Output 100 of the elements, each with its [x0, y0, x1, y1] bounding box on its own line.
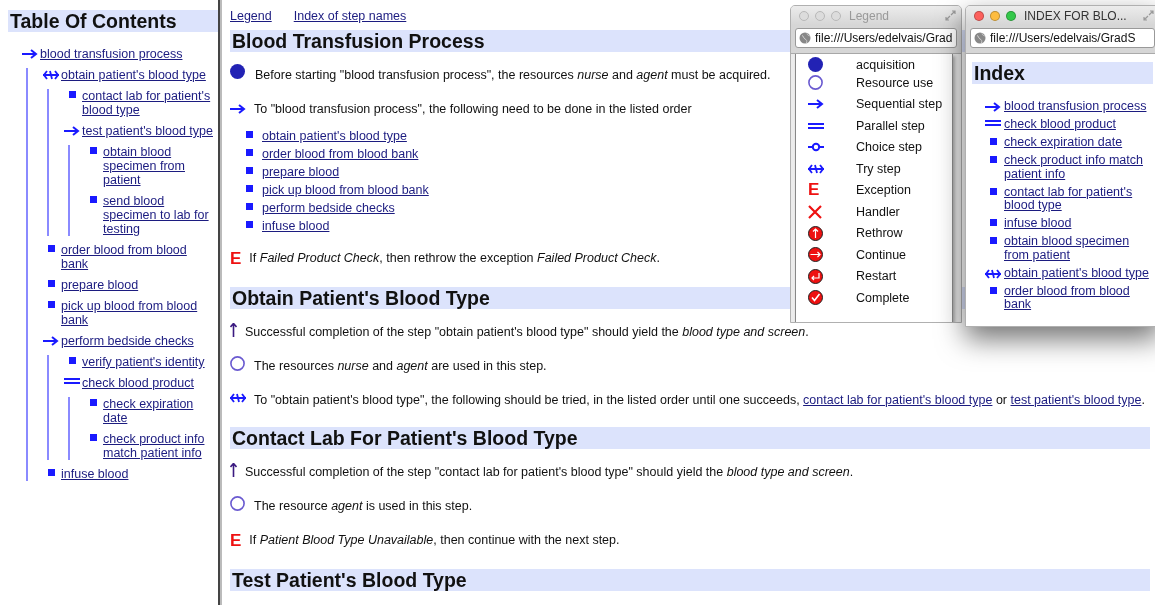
index-link[interactable]: obtain blood specimen from patient: [1004, 235, 1155, 262]
index-link[interactable]: check product info match patient info: [1004, 154, 1155, 181]
double-line-icon: [808, 122, 824, 129]
right-arrow-circle-icon: [808, 247, 823, 263]
square-icon: [989, 237, 997, 244]
legend-label: Parallel step: [856, 118, 925, 133]
statement-text: To "blood transfusion process", the following need to be done in the listed order: [254, 102, 692, 116]
toc-link[interactable]: check product info match patient info: [103, 432, 218, 460]
double-line-icon: [985, 120, 1001, 126]
square-icon: [68, 91, 76, 98]
legend-label: Try step: [856, 161, 901, 176]
url-field[interactable]: file:///Users/edelvais/GradS: [970, 28, 1155, 48]
nav-link[interactable]: Legend: [230, 9, 272, 23]
step-link[interactable]: obtain patient's blood type: [262, 127, 407, 145]
window-control-button[interactable]: [974, 10, 984, 21]
nav-link[interactable]: Index of step names: [293, 9, 407, 23]
window-control-button[interactable]: [799, 10, 809, 21]
circle-icon: [230, 356, 245, 371]
window-control-button[interactable]: [1006, 10, 1016, 21]
step-link[interactable]: perform bedside checks: [262, 199, 395, 217]
square-icon: [47, 280, 55, 287]
toc-link[interactable]: contact lab for patient's blood type: [82, 89, 218, 117]
window-control-button[interactable]: [831, 10, 841, 21]
index-title: Index: [972, 62, 1153, 84]
check-circle-icon: [808, 290, 823, 306]
square-icon: [246, 221, 253, 228]
window-title: Legend: [849, 8, 891, 23]
toc-link[interactable]: send blood specimen to lab for testing: [103, 194, 218, 236]
toc-link[interactable]: blood transfusion process: [40, 47, 187, 61]
step-link[interactable]: order blood from blood bank: [262, 145, 419, 163]
statement-text: If Patient Blood Type Unavailable, then continue with the next step.: [249, 533, 620, 547]
legend-label: Complete: [856, 290, 910, 305]
expand-icon[interactable]: [945, 10, 956, 21]
exception-mark: E: [230, 251, 242, 267]
double-arrow-icon: [230, 393, 246, 403]
square-icon: [246, 203, 253, 210]
legend-label: Choice step: [856, 140, 922, 155]
window-control-button[interactable]: [990, 10, 1000, 21]
arrow-right-icon: [22, 49, 38, 59]
up-arrow-icon: [230, 323, 237, 337]
toc-link[interactable]: check expiration date: [103, 397, 218, 425]
square-icon: [246, 185, 253, 192]
filled-circle-icon: [808, 57, 823, 72]
step-link[interactable]: infuse blood: [262, 217, 330, 235]
up-arrow-icon: [230, 463, 237, 477]
window-control-button[interactable]: [815, 10, 825, 21]
square-icon: [89, 147, 97, 154]
index-link[interactable]: infuse blood: [1004, 217, 1080, 231]
toc-link[interactable]: order blood from blood bank: [61, 243, 218, 271]
toc-link[interactable]: infuse blood: [61, 467, 133, 481]
toc-link[interactable]: test patient's blood type: [82, 124, 217, 138]
toc-link[interactable]: check blood product: [82, 376, 198, 390]
arrow-right-icon: [985, 102, 1001, 112]
index-link[interactable]: contact lab for patient's blood type: [1004, 185, 1155, 213]
return-arrow-circle-icon: [808, 268, 823, 284]
expand-icon[interactable]: [1143, 10, 1154, 21]
toc-link[interactable]: verify patient's identity: [82, 355, 209, 369]
square-icon: [47, 469, 55, 476]
url-field[interactable]: file:///Users/edelvais/Grad: [795, 28, 957, 48]
legend-label: Exception: [856, 183, 911, 198]
double-line-icon: [64, 378, 80, 384]
square-icon: [246, 167, 253, 174]
square-icon: [989, 187, 997, 195]
index-link[interactable]: check expiration date: [1004, 136, 1131, 150]
square-icon: [989, 286, 997, 294]
step-link[interactable]: contact lab for patient's blood type: [803, 393, 993, 407]
globe-icon: [974, 32, 986, 44]
legend-label: Rethrow: [856, 226, 903, 241]
toc-link[interactable]: obtain patient's blood type: [61, 68, 210, 82]
statement-text: Successful completion of the step "obtain patient's blood type" should yield the blood type and screen.: [245, 325, 809, 339]
statement-text: Successful completion of the step "contact lab for patient's blood type" should yield the blood type and screen.: [245, 465, 854, 479]
index-link[interactable]: obtain patient's blood type: [1004, 266, 1155, 280]
legend-label: Handler: [856, 204, 900, 219]
toc-link[interactable]: perform bedside checks: [61, 334, 198, 348]
square-icon: [89, 196, 97, 203]
step-link[interactable]: prepare blood: [262, 163, 340, 181]
index-link[interactable]: check blood product: [1004, 118, 1124, 132]
square-icon: [89, 399, 97, 406]
exception-mark: E: [230, 533, 242, 549]
square-icon: [47, 245, 55, 252]
arrow-right-icon: [230, 104, 246, 114]
square-icon: [246, 131, 253, 138]
toc-link[interactable]: obtain blood specimen from patient: [103, 145, 218, 187]
legend-label: Resource use: [856, 75, 934, 90]
double-arrow-icon: [985, 268, 1001, 279]
statement-text: The resources nurse and agent are used in this step.: [254, 359, 547, 373]
section-heading: Test Patient's Blood Type: [230, 569, 1150, 591]
toc-link[interactable]: prepare blood: [61, 278, 143, 292]
toc-link[interactable]: pick up blood from blood bank: [61, 299, 218, 327]
square-icon: [989, 156, 997, 163]
legend-label: Sequential step: [856, 97, 943, 112]
legend-label: Restart: [856, 269, 897, 284]
arrow-right-icon: [808, 99, 824, 110]
arrow-right-icon: [43, 336, 59, 346]
up-arrow-circle-icon: [808, 225, 823, 241]
arrow-right-icon: [64, 126, 80, 136]
step-link[interactable]: pick up blood from blood bank: [262, 181, 429, 199]
index-link[interactable]: blood transfusion process: [1004, 100, 1155, 114]
exception-mark: E: [807, 182, 821, 199]
square-icon: [989, 219, 997, 226]
